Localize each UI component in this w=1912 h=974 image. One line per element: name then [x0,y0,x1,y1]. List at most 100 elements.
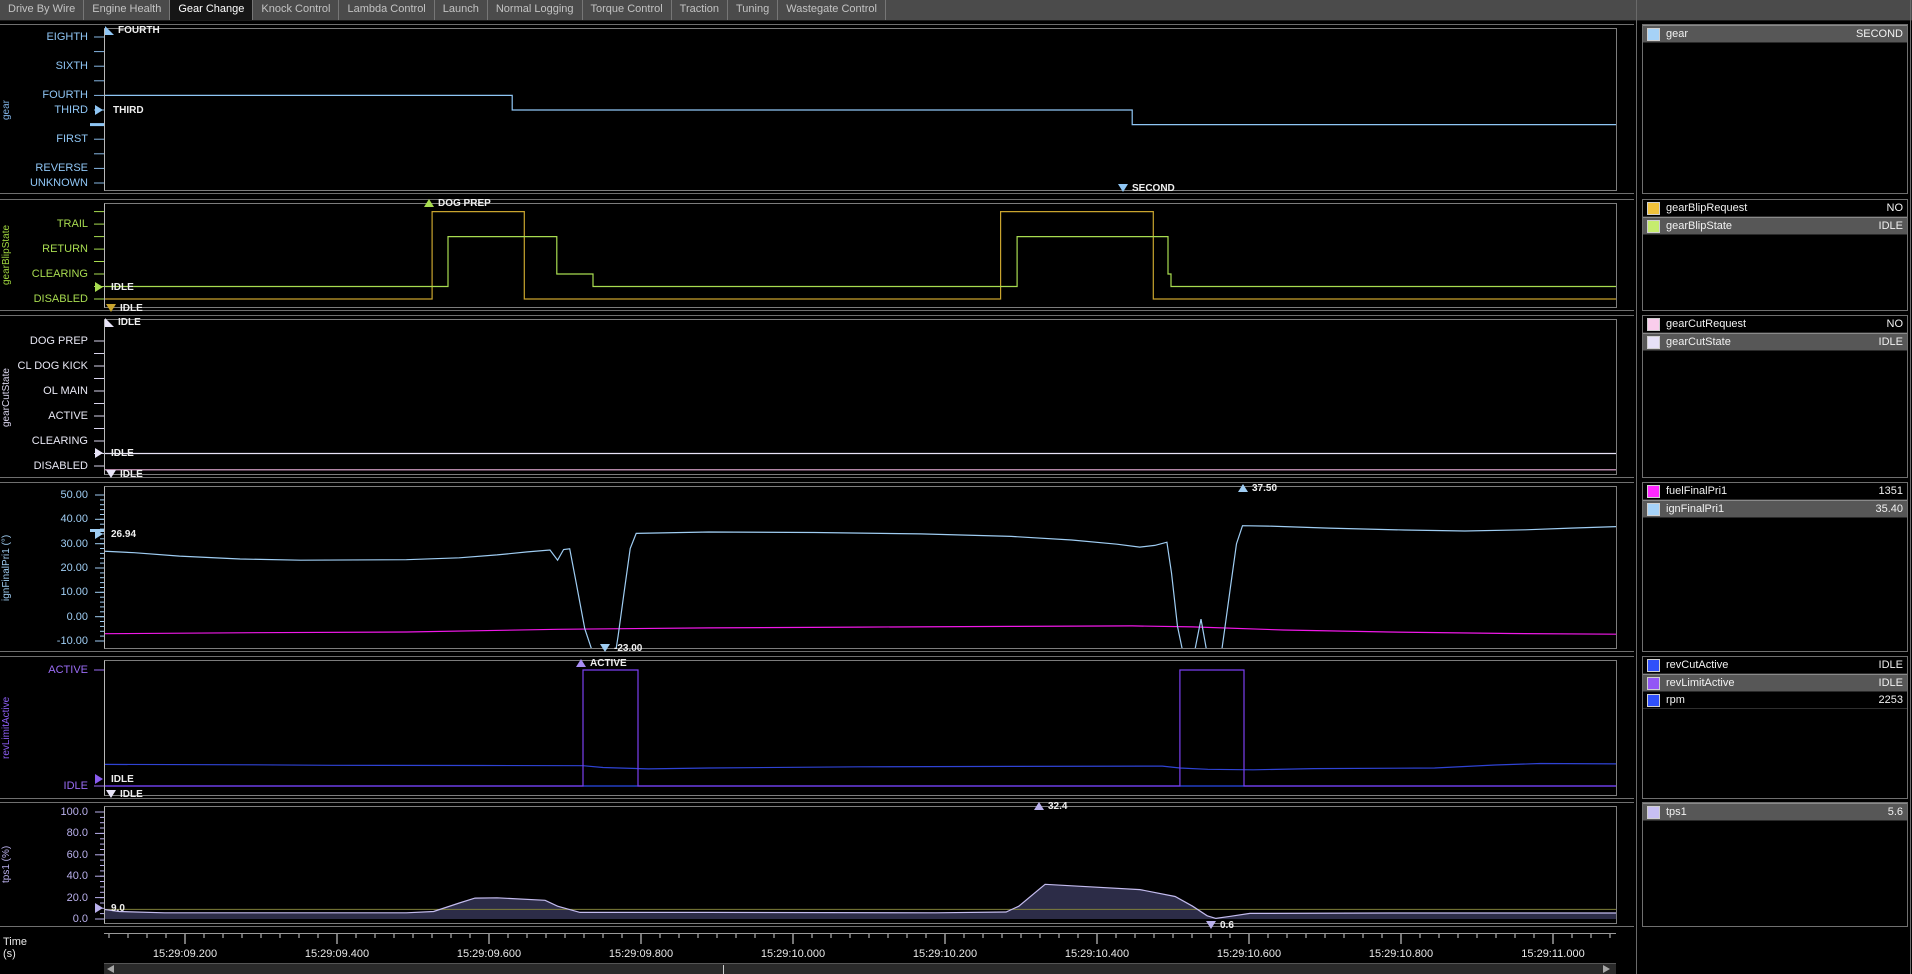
min-marker-icon [106,470,116,478]
tab-gear-change[interactable]: Gear Change [170,0,253,20]
max-marker-icon [576,659,586,667]
scroll-right-icon[interactable] [1603,965,1610,973]
time-tick-label: 15:29:10.200 [895,948,995,960]
y-tick-label: ACTIVE [0,663,88,677]
tab-traction[interactable]: Traction [672,0,728,20]
tab-wastegate-control[interactable]: Wastegate Control [778,0,886,20]
y-tick-label: REVERSE [0,161,88,175]
tab-lambda-control[interactable]: Lambda Control [339,0,434,20]
legend-row[interactable]: revCutActive IDLE [1643,657,1907,674]
cursor-marker-icon [95,774,103,784]
y-tick-label: DISABLED [0,459,88,473]
min-marker: 0.6 [1206,919,1234,931]
window-right-edge [1910,0,1911,974]
legend-swatch [1647,806,1660,819]
legend-rev-limit: revCutActive IDLE revLimitActive IDLE rp… [1642,656,1908,799]
y-tick-label: EIGHTH [0,30,88,44]
min-marker: -23.00 [600,642,642,654]
legend-row[interactable]: revLimitActive IDLE [1643,674,1907,692]
tab-engine-health[interactable]: Engine Health [84,0,170,20]
tab-knock-control[interactable]: Knock Control [253,0,339,20]
channel-name: revLimitActive [1666,677,1879,689]
min-marker-icon [106,790,116,798]
legend-row[interactable]: fuelFinalPri1 1351 [1643,483,1907,500]
y-tick-label: UNKNOWN [0,176,88,190]
gear-blip-state-trace [105,237,1616,287]
max-marker: 32.4 [1034,800,1067,812]
channel-name: gearBlipState [1666,220,1879,232]
cursor-marker-icon [95,529,103,539]
channel-value: IDLE [1879,677,1903,689]
y-tick-label: FIRST [0,132,88,146]
channel-name: gearBlipRequest [1666,202,1887,214]
ign-final-trace-layer [105,487,1616,648]
max-marker-icon [1238,484,1248,492]
max-marker: FOURTH [105,24,160,36]
channel-name: gearCutState [1666,336,1879,348]
y-tick-label: THIRD [0,103,88,117]
y-tick-label: 40.00 [0,512,88,526]
min-marker-icon [106,304,116,312]
min-marker-icon [1206,921,1216,929]
legend-row[interactable]: gearCutRequest NO [1643,316,1907,333]
legend-row[interactable]: tps1 5.6 [1643,803,1907,821]
gear-trace [105,95,1616,124]
min-marker: IDLE [106,468,143,480]
max-marker-icon [424,199,434,207]
cursor-marker: 26.94 [95,528,136,540]
legend-swatch [1647,659,1660,672]
min-marker-icon [1118,184,1128,192]
channel-value: SECOND [1856,28,1903,40]
legend-tps: tps1 5.6 [1642,802,1908,927]
legend-row[interactable]: ignFinalPri1 35.40 [1643,500,1907,518]
y-tick-label: -10.00 [0,634,88,648]
cursor-marker: IDLE [95,281,134,293]
tab-drive-by-wire[interactable]: Drive By Wire [0,0,84,20]
time-scrollbar[interactable] [104,963,1616,974]
legend-swatch [1647,485,1660,498]
app-window: Drive By Wire Engine Health Gear Change … [0,0,1912,974]
time-tick-label: 15:29:11.000 [1503,948,1603,960]
legend-row[interactable]: gearBlipRequest NO [1643,200,1907,217]
time-tick-label: 15:29:10.600 [1199,948,1299,960]
cursor-marker: IDLE [95,773,134,785]
axis-title-rev-limit: revLimitActive [1,670,12,785]
ign-final-trace [105,526,1616,648]
worksheet-tab-bar: Drive By Wire Engine Health Gear Change … [0,0,1912,21]
tps-area-fill [105,884,1616,919]
gear-blip-request-trace [105,212,1616,299]
channel-name: tps1 [1666,806,1888,818]
legend-row[interactable]: gearBlipState IDLE [1643,217,1907,235]
time-tick-label: 15:29:09.400 [287,948,387,960]
tab-launch[interactable]: Launch [435,0,488,20]
y-tick-label: 20.0 [0,891,88,905]
scroll-left-icon[interactable] [107,965,114,973]
time-tick-label: 15:29:10.800 [1351,948,1451,960]
rev-limit-trace-layer [105,661,1616,795]
scrollbar-position-marker[interactable] [723,965,724,974]
tab-tuning[interactable]: Tuning [728,0,778,20]
y-tick-label: IDLE [0,779,88,793]
time-tick-label: 15:29:09.800 [591,948,691,960]
legend-swatch [1647,677,1660,690]
time-tick-label: 15:29:10.000 [743,948,843,960]
min-marker: IDLE [106,788,143,800]
legend-gear-blip: gearBlipRequest NO gearBlipState IDLE [1642,199,1908,311]
y-tick-label: DOG PREP [0,334,88,348]
y-tick-label: 60.0 [0,848,88,862]
cursor-marker-icon [95,448,103,458]
tab-torque-control[interactable]: Torque Control [583,0,672,20]
channel-value: 5.6 [1888,806,1903,818]
legend-row[interactable]: rpm 2253 [1643,692,1907,709]
gear-blip-trace-layer [105,204,1616,307]
gear-trace-layer [105,29,1616,190]
legend-row[interactable]: gear SECOND [1643,25,1907,43]
tab-normal-logging[interactable]: Normal Logging [488,0,583,20]
legend-swatch [1647,694,1660,707]
cursor-marker-icon [95,105,103,115]
y-tick-label: OL MAIN [0,384,88,398]
legend-row[interactable]: gearCutState IDLE [1643,333,1907,351]
channel-name: gear [1666,28,1856,40]
legend-gear: gear SECOND [1642,24,1908,194]
tps-trace-layer [105,807,1616,923]
